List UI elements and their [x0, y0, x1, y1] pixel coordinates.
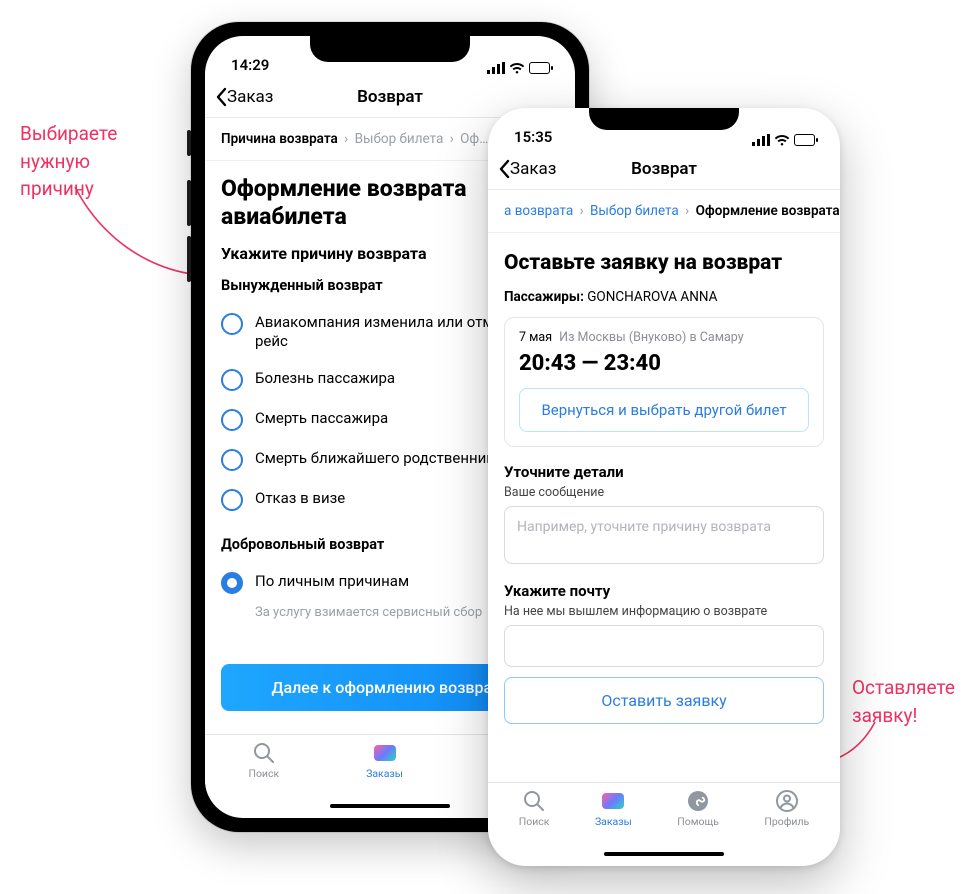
reason-label: Болезнь пассажира	[255, 369, 395, 388]
flight-times: 20:43 — 23:40	[519, 351, 809, 376]
details-heading: Уточните детали	[504, 463, 824, 481]
annotation-text: причину	[20, 177, 94, 200]
chevron-left-icon	[498, 159, 510, 179]
back-button[interactable]: Заказ	[215, 87, 273, 107]
device-notch	[589, 108, 739, 130]
flight-route: Из Москвы (Внуково) в Самару	[559, 330, 743, 345]
tab-help[interactable]: Помощь	[677, 789, 719, 828]
phone-mockup-2: 15:35 Заказ Возврат а возврата › Выбор б…	[488, 108, 840, 866]
chevron-left-icon	[215, 87, 227, 107]
flight-meta: 7 мая Из Москвы (Внуково) в Самару	[519, 330, 809, 345]
page-title: Оставьте заявку на возврат	[504, 251, 824, 275]
back-label: Заказ	[227, 87, 273, 107]
back-button[interactable]: Заказ	[498, 159, 556, 179]
search-icon	[252, 741, 276, 765]
radio-icon	[221, 409, 243, 431]
time-dash: —	[582, 351, 599, 376]
radio-icon-selected	[221, 572, 243, 594]
breadcrumb-step: Оф…	[460, 131, 488, 147]
signal-icon	[487, 62, 505, 74]
flight-card: 7 мая Из Москвы (Внуково) в Самару 20:43…	[504, 317, 824, 447]
status-time: 14:29	[231, 56, 269, 74]
passengers-label: Пассажиры:	[504, 289, 584, 305]
annotation-text: Оставляете	[852, 676, 955, 699]
nav-title: Возврат	[357, 87, 423, 107]
back-label: Заказ	[510, 159, 556, 179]
radio-icon	[221, 369, 243, 391]
orders-icon	[373, 741, 397, 765]
passengers-row: Пассажиры: GONCHAROVA ANNA	[504, 289, 824, 305]
status-icons	[752, 134, 818, 146]
volume-up-button	[187, 180, 191, 226]
reason-label: Смерть ближайшего родственника	[255, 449, 503, 468]
email-label: На нее мы вышлем информацию о возврате	[504, 604, 824, 619]
radio-icon	[221, 313, 243, 335]
tab-label: Заказы	[595, 815, 632, 828]
battery-icon	[529, 62, 553, 74]
tab-label: Заказы	[366, 767, 403, 780]
annotation-leave-request: Оставляете заявку!	[852, 674, 955, 729]
submit-request-button[interactable]: Оставить заявку	[504, 677, 824, 724]
time-to: 23:40	[604, 351, 661, 376]
profile-icon	[775, 789, 799, 813]
tab-orders[interactable]: Заказы	[595, 789, 632, 828]
breadcrumb: а возврата › Выбор билета › Оформление в…	[488, 190, 840, 233]
phone-icon	[686, 789, 710, 813]
annotation-text: нужную	[20, 150, 90, 173]
home-indicator[interactable]	[488, 846, 840, 866]
mute-switch	[187, 130, 191, 156]
breadcrumb-sep: ›	[344, 131, 348, 147]
tab-search[interactable]: Поиск	[248, 741, 279, 780]
annotation-choose-reason: Выбираете нужную причину	[20, 120, 117, 203]
email-input[interactable]	[504, 625, 824, 667]
annotation-text: Выбираете	[20, 122, 117, 145]
reason-label: Отказ в визе	[255, 489, 345, 508]
email-heading: Укажите почту	[504, 582, 824, 600]
breadcrumb-sep: ›	[580, 203, 584, 219]
status-time: 15:35	[514, 128, 552, 146]
tab-label: Помощь	[677, 815, 719, 828]
tab-label: Поиск	[519, 815, 550, 828]
signal-icon	[752, 134, 770, 146]
reason-label: По личным причинам	[255, 572, 409, 591]
breadcrumb-sep: ›	[450, 131, 454, 147]
reason-label: Смерть пассажира	[255, 409, 388, 428]
tab-profile[interactable]: Профиль	[764, 789, 809, 828]
tab-label: Поиск	[248, 767, 279, 780]
annotation-text: заявку!	[852, 704, 917, 727]
details-label: Ваше сообщение	[504, 485, 824, 500]
battery-icon	[794, 134, 818, 146]
device-notch	[310, 36, 470, 62]
time-from: 20:43	[519, 351, 576, 376]
tab-orders[interactable]: Заказы	[366, 741, 403, 780]
tab-bar: Поиск Заказы Помощь Профиль	[488, 782, 840, 846]
breadcrumb-step-link[interactable]: Выбор билета	[590, 203, 679, 219]
tab-label: Профиль	[764, 815, 809, 828]
passengers-value: GONCHAROVA ANNA	[587, 289, 717, 305]
wifi-icon	[774, 134, 790, 146]
breadcrumb-step: Оформление возврата	[696, 203, 840, 219]
screen-content: Оставьте заявку на возврат Пассажиры: GO…	[488, 233, 840, 782]
breadcrumb-step: Причина возврата	[221, 131, 338, 147]
breadcrumb-step: Выбор билета	[355, 131, 444, 147]
breadcrumb-sep: ›	[685, 203, 689, 219]
phone-screen: 15:35 Заказ Возврат а возврата › Выбор б…	[488, 108, 840, 866]
volume-down-button	[187, 236, 191, 282]
breadcrumb-step-link[interactable]: а возврата	[504, 203, 573, 219]
nav-title: Возврат	[631, 159, 697, 179]
radio-icon	[221, 449, 243, 471]
search-icon	[522, 789, 546, 813]
navigation-bar: Заказ Возврат	[488, 148, 840, 190]
flight-date: 7 мая	[519, 330, 552, 345]
tab-search[interactable]: Поиск	[519, 789, 550, 828]
orders-icon	[601, 789, 625, 813]
radio-icon	[221, 489, 243, 511]
status-icons	[487, 62, 553, 74]
wifi-icon	[509, 62, 525, 74]
change-ticket-button[interactable]: Вернуться и выбрать другой билет	[519, 388, 809, 432]
message-textarea[interactable]	[504, 506, 824, 564]
